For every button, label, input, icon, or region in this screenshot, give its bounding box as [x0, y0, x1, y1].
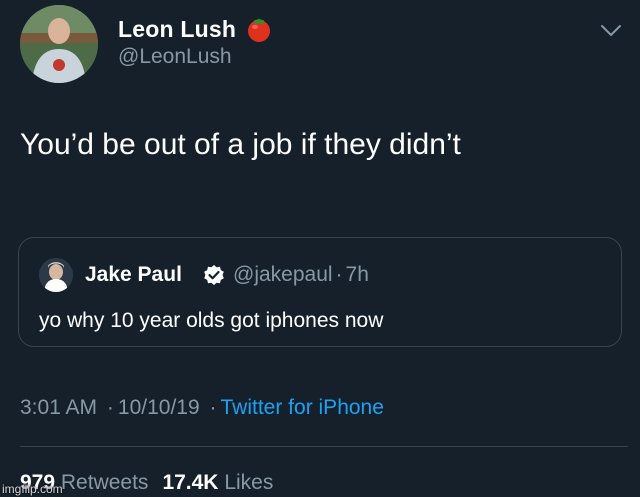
author-avatar[interactable] — [20, 5, 98, 83]
watermark: imgflip.com — [2, 482, 63, 496]
likes-count: 17.4K — [162, 471, 219, 494]
tweet-source-link[interactable]: Twitter for iPhone — [221, 396, 384, 419]
timestamp-separator: · — [106, 396, 114, 419]
quoted-author-handle: @jakepaul — [233, 263, 333, 286]
likes-label: Likes — [224, 471, 274, 494]
author-handle[interactable]: @LeonLush — [118, 45, 232, 69]
tweet-time[interactable]: 3:01 AM — [20, 396, 97, 419]
quoted-author-name: Jake Paul — [85, 263, 182, 286]
tomato-emoji-icon — [246, 16, 272, 42]
tweet-text: You’d be out of a job if they didn’t — [20, 128, 461, 161]
verified-badge-icon — [203, 264, 225, 286]
tweet-date[interactable]: 10/10/19 — [118, 396, 200, 419]
tweet-timestamp-row: 3:01 AM · 10/10/19 · Twitter for iPhone — [20, 396, 384, 420]
quoted-tweet-card[interactable]: Jake Paul @jakepaul · 7h yo why 10 year ol… — [18, 237, 622, 347]
retweets-label: Retweets — [60, 471, 149, 494]
tweet-card: Leon Lush @LeonLush You’d be out of a jo… — [0, 0, 640, 497]
source-separator: · — [209, 396, 217, 419]
divider — [20, 446, 628, 447]
quoted-meta: @jakepaul · 7h — [233, 263, 369, 287]
author-display-name[interactable]: Leon Lush — [118, 16, 236, 43]
quoted-author-avatar — [39, 258, 73, 292]
author-name-row: Leon Lush — [118, 14, 272, 44]
quoted-tweet-age: 7h — [345, 263, 369, 286]
avatar-photo — [20, 5, 98, 83]
quoted-tweet-text: yo why 10 year olds got iphones now — [39, 309, 384, 332]
quoted-meta-separator: · — [335, 263, 343, 286]
chevron-down-icon[interactable] — [600, 24, 622, 38]
likes-stat[interactable]: 17.4K Likes — [162, 471, 273, 494]
